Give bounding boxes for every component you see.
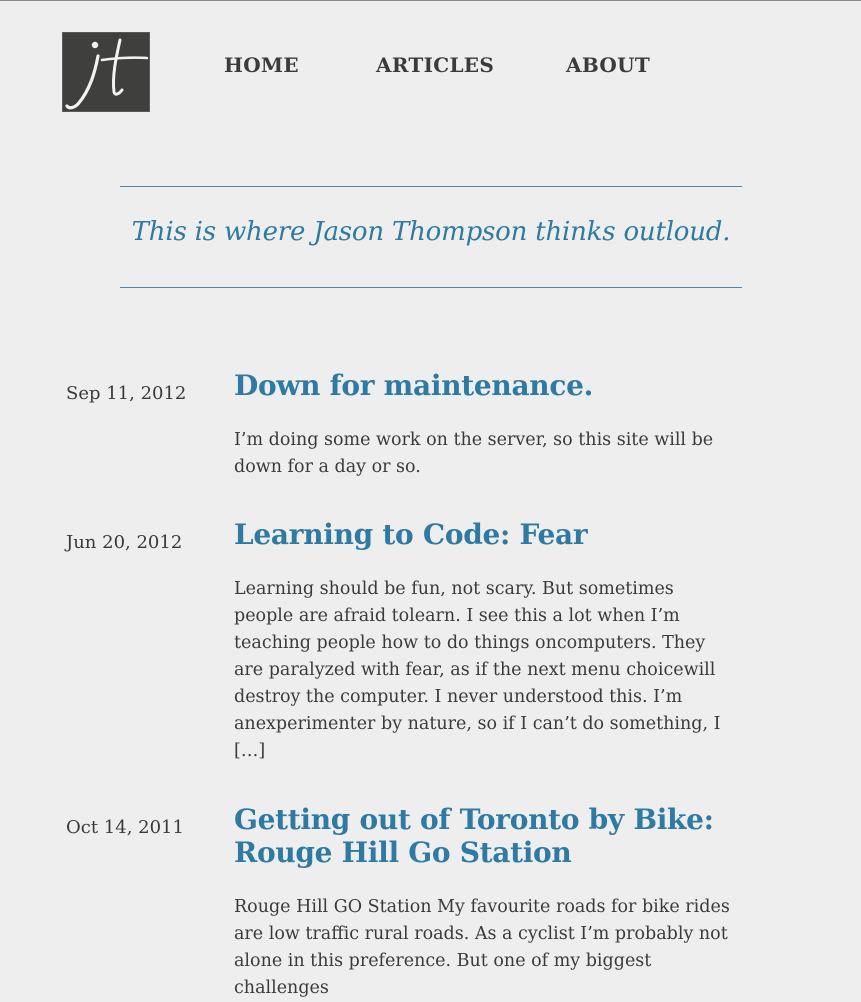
post-title-link[interactable]: Learning to Code: Fear <box>234 518 754 551</box>
post-title-link[interactable]: Getting out of Toronto by Bike: Rouge Hi… <box>234 803 754 869</box>
post-excerpt: Rouge Hill GO Station My favourite roads… <box>234 897 730 998</box>
nav-about-link[interactable]: ABOUT <box>566 53 650 77</box>
tagline-bottom-divider <box>120 287 742 288</box>
post-date: Jun 20, 2012 <box>66 532 183 553</box>
nav-home-link[interactable]: HOME <box>224 53 299 77</box>
jt-logo-icon <box>65 38 149 110</box>
site-tagline: This is where Jason Thompson thinks outl… <box>131 217 731 247</box>
site-logo[interactable] <box>62 32 150 112</box>
post-excerpt: I’m doing some work on the server, so th… <box>234 430 714 477</box>
post-date: Oct 14, 2011 <box>66 817 184 838</box>
nav-articles-link[interactable]: ARTICLES <box>376 53 494 77</box>
post-excerpt: Learning should be fun, not scary. But s… <box>234 579 721 761</box>
post-date: Sep 11, 2012 <box>66 383 187 404</box>
tagline-top-divider <box>120 186 742 187</box>
post-title-link[interactable]: Down for maintenance. <box>234 369 754 402</box>
